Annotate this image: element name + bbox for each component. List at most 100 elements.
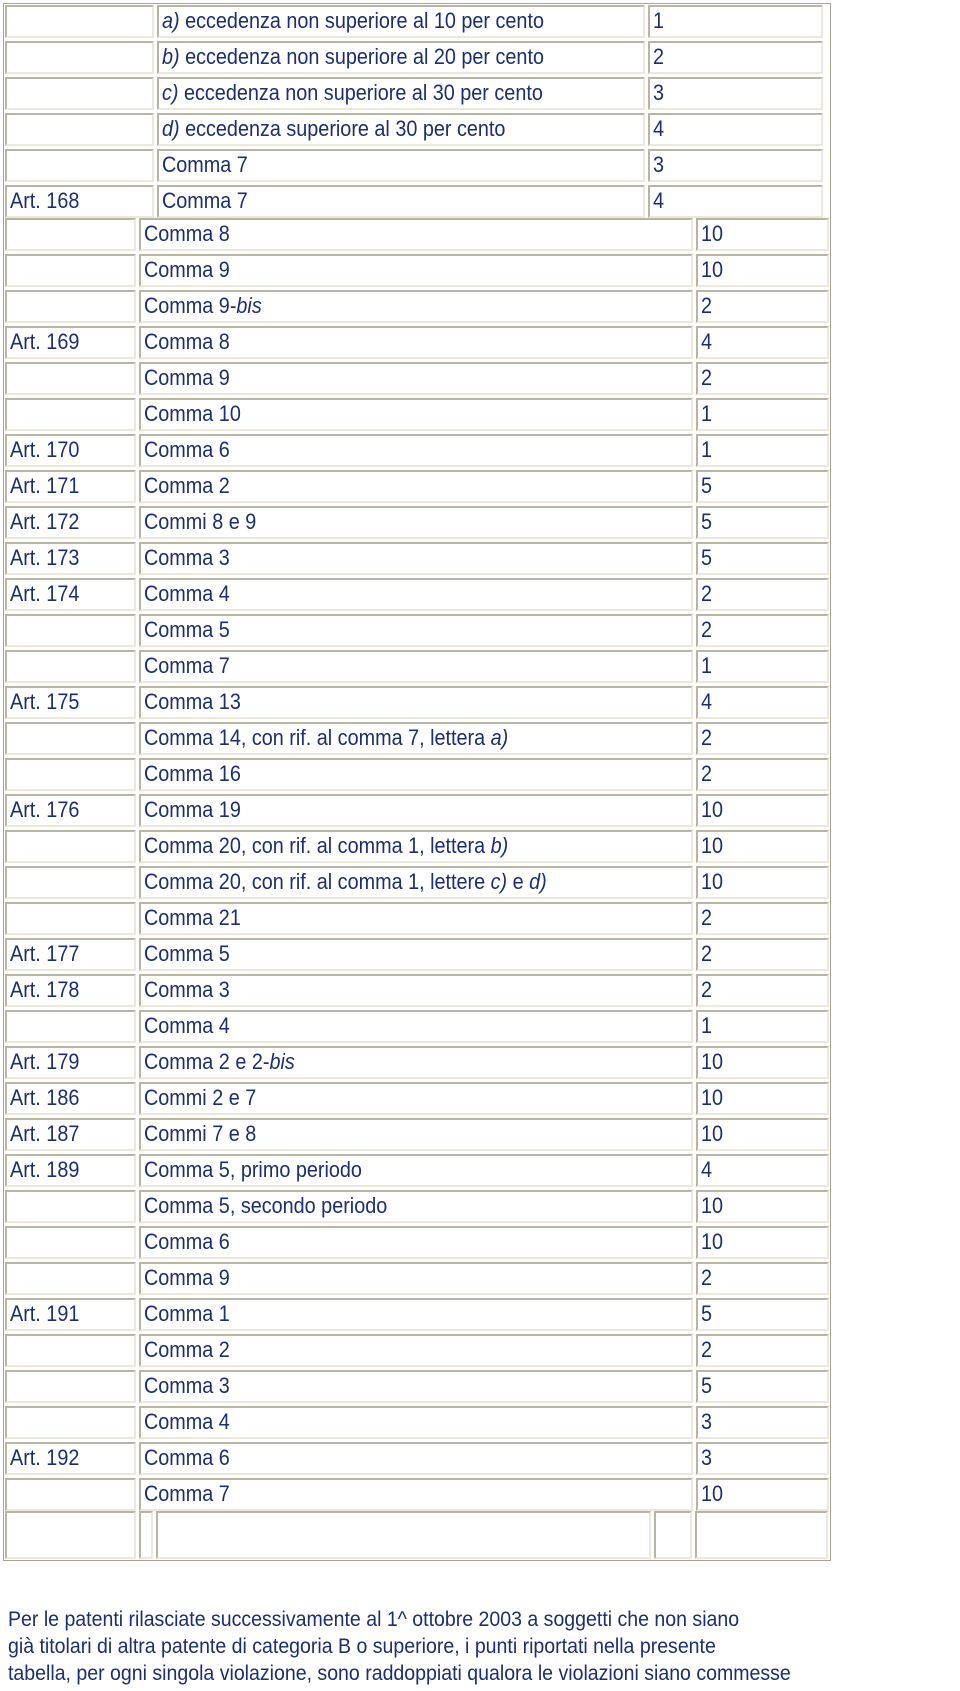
table-row: Art. 169 Comma 84: [5, 326, 829, 359]
points-cell: 4: [696, 1154, 829, 1187]
footnote: Per le patenti rilasciate successivament…: [8, 1606, 960, 1687]
article-cell: [5, 1370, 136, 1403]
comma-cell: Comma 8: [139, 326, 693, 359]
comma-cell: Commi 8 e 9: [139, 506, 693, 539]
points-cell: 2: [696, 1334, 829, 1367]
article-cell: [5, 1226, 136, 1259]
table-row: Comma 9 10: [5, 254, 829, 287]
article-cell: [5, 1010, 136, 1043]
comma-cell: Comma 5: [139, 614, 693, 647]
table-row: Comma 5, secondo periodo 10: [5, 1190, 829, 1223]
penalty-points-table: a) eccedenza non superiore al 10 per cen…: [3, 3, 831, 1561]
table-row: Art. 187 Commi 7 e 8 10: [5, 1118, 829, 1151]
comma-cell: Comma 4: [139, 1406, 693, 1439]
table-row: Comma 92: [5, 362, 829, 395]
article-cell: Art. 179: [5, 1046, 136, 1079]
article-cell: [5, 722, 136, 755]
footnote-line: già titolari di altra patente di categor…: [8, 1635, 716, 1658]
table-row: Comma 10 1: [5, 398, 829, 431]
footnote-line: Per le patenti rilasciate successivament…: [8, 1608, 740, 1631]
letter-label: a): [162, 8, 180, 33]
article-cell: [5, 218, 136, 251]
letter-label: c): [162, 80, 179, 105]
table-row: Art. 192 Comma 63: [5, 1442, 829, 1475]
points-cell: 2: [696, 1262, 829, 1295]
article-cell: [5, 1190, 136, 1223]
points-cell: 3: [648, 149, 823, 182]
table-row: Comma 52: [5, 614, 829, 647]
comma-cell: a) eccedenza non superiore al 10 per cen…: [157, 5, 645, 38]
table-row: Comma 16 2: [5, 758, 829, 791]
comma-cell: Commi 2 e 7: [139, 1082, 693, 1115]
comma-cell: Comma 7: [139, 1478, 693, 1511]
points-cell: 2: [648, 41, 823, 74]
points-cell: 10: [696, 830, 829, 863]
empty-cell: [5, 1511, 136, 1559]
empty-cell: [654, 1511, 692, 1559]
article-cell: [5, 149, 154, 182]
points-cell: 10: [696, 866, 829, 899]
article-cell: Art. 177: [5, 938, 136, 971]
comma-cell: Comma 21: [139, 902, 693, 935]
points-cell: 4: [648, 185, 823, 218]
comma-cell: Comma 10: [139, 398, 693, 431]
points-cell: 1: [696, 398, 829, 431]
table-row: d) eccedenza superiore al 30 per cento 4: [5, 113, 829, 146]
table-row: Comma 43: [5, 1406, 829, 1439]
article-cell: Art. 186: [5, 1082, 136, 1115]
comma-cell: Comma 3: [139, 542, 693, 575]
article-cell: [5, 1478, 136, 1511]
points-cell: 1: [696, 1010, 829, 1043]
letter-label: d): [162, 116, 180, 141]
points-cell: 10: [696, 254, 829, 287]
comma-cell: Comma 2: [139, 1334, 693, 1367]
article-cell: [5, 1334, 136, 1367]
table-row: c) eccedenza non superiore al 30 per cen…: [5, 77, 829, 110]
article-cell: Art. 187: [5, 1118, 136, 1151]
table-row: Comma 14, con rif. al comma 7, lettera a…: [5, 722, 829, 755]
comma-cell: Comma 2 e 2-bis: [139, 1046, 693, 1079]
points-cell: 2: [696, 722, 829, 755]
points-cell: 2: [696, 578, 829, 611]
table-row: Art. 174 Comma 42: [5, 578, 829, 611]
comma-cell: Comma 2: [139, 470, 693, 503]
points-cell: 5: [696, 470, 829, 503]
points-cell: 10: [696, 1190, 829, 1223]
table-row: Comma 71: [5, 650, 829, 683]
article-cell: Art. 176: [5, 794, 136, 827]
article-cell: [5, 5, 154, 38]
article-cell: [5, 758, 136, 791]
table-row: Art. 178 Comma 32: [5, 974, 829, 1007]
points-cell: 10: [696, 1226, 829, 1259]
comma-cell: Comma 7: [139, 650, 693, 683]
table-row: Comma 6 10: [5, 1226, 829, 1259]
main-section: Comma 8 10 Comma 9 10 Comma 9-bis 2 Art. 169 Co…: [5, 218, 829, 1511]
table-row: Art. 176 Comma 19 10: [5, 794, 829, 827]
article-cell: [5, 254, 136, 287]
article-cell: [5, 77, 154, 110]
points-cell: 10: [696, 1478, 829, 1511]
article-cell: Art. 173: [5, 542, 136, 575]
comma-cell: Comma 6: [139, 1226, 693, 1259]
table-row: Comma 20, con rif. al comma 1, lettere c…: [5, 866, 829, 899]
points-cell: 10: [696, 1046, 829, 1079]
table-row: Art. 175 Comma 13 4: [5, 686, 829, 719]
table-row: Art. 173 Comma 35: [5, 542, 829, 575]
empty-cell: [156, 1511, 651, 1559]
comma-cell: Comma 9: [139, 1262, 693, 1295]
article-cell: [5, 290, 136, 323]
comma-cell: Comma 14, con rif. al comma 7, lettera a…: [139, 722, 693, 755]
points-cell: 5: [696, 506, 829, 539]
comma-cell: Comma 20, con rif. al comma 1, lettera b…: [139, 830, 693, 863]
table-row: Art. 171 Comma 25: [5, 470, 829, 503]
article-cell: Art. 168: [5, 185, 154, 218]
comma-cell: Comma 16: [139, 758, 693, 791]
table-row: Art. 168 Comma 74: [5, 185, 829, 218]
article-cell: [5, 902, 136, 935]
comma-cell: Comma 4: [139, 578, 693, 611]
points-cell: 1: [696, 650, 829, 683]
article-cell: Art. 170: [5, 434, 136, 467]
article-cell: Art. 171: [5, 470, 136, 503]
table-row: Comma 92: [5, 1262, 829, 1295]
comma-cell: Comma 6: [139, 434, 693, 467]
